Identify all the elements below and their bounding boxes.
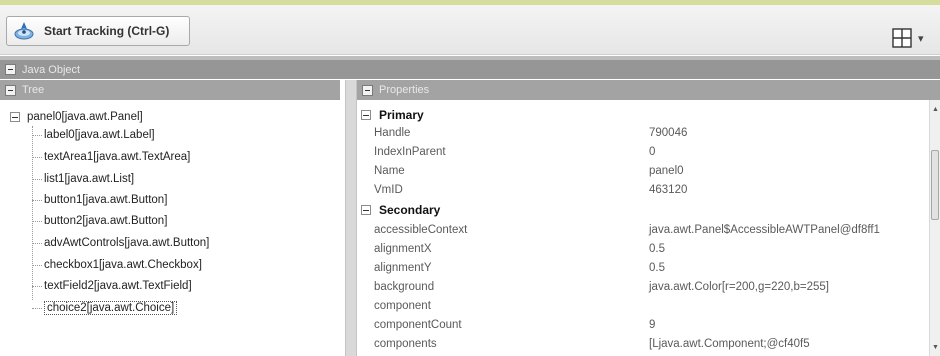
category-secondary[interactable]: Secondary <box>357 200 929 219</box>
tree-node[interactable]: button1[java.awt.Button] <box>32 191 167 209</box>
property-value: 0 <box>649 145 656 158</box>
property-name: components <box>374 337 437 350</box>
java-object-title: Java Object <box>22 63 81 76</box>
property-row[interactable]: alignmentY 0.5 <box>357 258 929 277</box>
category-label: Primary <box>379 107 424 122</box>
category-label: Secondary <box>379 202 441 217</box>
tree-node-label: textField2[java.awt.TextField] <box>44 280 192 292</box>
start-tracking-button[interactable]: Start Tracking (Ctrl-G) <box>6 16 190 46</box>
property-name: alignmentY <box>374 261 432 274</box>
property-name: IndexInParent <box>374 145 446 158</box>
property-value: 790046 <box>649 126 688 139</box>
tree-node[interactable]: label0[java.awt.Label] <box>32 126 155 144</box>
scrollbar-thumb[interactable] <box>931 150 939 220</box>
property-value: [Ljava.awt.Component;@cf40f5 <box>649 337 810 350</box>
scroll-down-arrow-icon[interactable]: ▼ <box>932 344 939 351</box>
toolbar: Start Tracking (Ctrl-G) ▾ <box>0 5 940 55</box>
tracking-icon <box>13 20 35 42</box>
property-row[interactable]: componentCount 9 <box>357 315 929 334</box>
property-name: background <box>374 280 435 293</box>
property-value: 0.5 <box>649 242 665 255</box>
properties-grid: Primary Handle 790046 IndexInParent 0 Na… <box>357 100 929 356</box>
tree-title: Tree <box>22 84 45 96</box>
property-row[interactable]: background java.awt.Color[r=200,g=220,b=… <box>357 277 929 296</box>
property-name: component <box>374 299 431 312</box>
tree-node[interactable]: advAwtControls[java.awt.Button] <box>32 234 209 252</box>
tree-node-label: button2[java.awt.Button] <box>44 215 168 227</box>
category-collapse-toggle[interactable] <box>361 109 371 120</box>
property-value: java.awt.Color[r=200,g=220,b=255] <box>649 280 829 293</box>
start-tracking-label: Start Tracking (Ctrl-G) <box>44 24 170 38</box>
property-name: Handle <box>374 126 411 139</box>
tree-node[interactable]: textArea1[java.awt.TextArea] <box>32 148 190 166</box>
property-row[interactable]: component <box>357 296 929 315</box>
layout-dropdown-button[interactable]: ▾ <box>892 24 940 52</box>
property-row[interactable]: Name panel0 <box>357 161 929 180</box>
property-name: Name <box>374 164 405 177</box>
tree-node-label: textArea1[java.awt.TextArea] <box>44 151 191 163</box>
java-object-header: Java Object <box>0 60 940 79</box>
property-row[interactable]: components [Ljava.awt.Component;@cf40f5 <box>357 334 929 353</box>
property-value: 0.5 <box>649 261 665 274</box>
tree-header: Tree <box>0 80 340 100</box>
category-collapse-toggle[interactable] <box>361 204 371 215</box>
property-name: alignmentX <box>374 242 432 255</box>
property-value: 463120 <box>649 183 688 196</box>
tree-pane: panel0[java.awt.Panel] label0[java.awt.L… <box>0 100 345 356</box>
properties-title: Properties <box>379 84 430 96</box>
property-row[interactable]: alignmentX 0.5 <box>357 239 929 258</box>
property-row[interactable]: accessibleContext java.awt.Panel$Accessi… <box>357 220 929 239</box>
property-name: VmID <box>374 183 403 196</box>
tree-node[interactable]: checkbox1[java.awt.Checkbox] <box>32 256 202 274</box>
tree-root-label: panel0[java.awt.Panel] <box>27 111 143 123</box>
tree-node-selected[interactable]: choice2[java.awt.Choice] <box>32 299 178 317</box>
tree-node-label: button1[java.awt.Button] <box>44 194 168 206</box>
pane-splitter[interactable] <box>345 80 357 356</box>
tree-collapse-toggle[interactable] <box>10 112 20 122</box>
tree-node-label: label0[java.awt.Label] <box>44 129 155 141</box>
property-row[interactable]: Handle 790046 <box>357 123 929 142</box>
grid-layout-icon <box>892 28 912 48</box>
tree-node-label: advAwtControls[java.awt.Button] <box>44 237 210 249</box>
property-value: java.awt.Panel$AccessibleAWTPanel@df8ff1 <box>649 223 880 236</box>
property-row[interactable]: VmID 463120 <box>357 180 929 199</box>
tree-node-label: choice2[java.awt.Choice] <box>44 301 178 315</box>
property-row[interactable]: IndexInParent 0 <box>357 142 929 161</box>
chevron-down-icon: ▾ <box>918 32 924 45</box>
properties-scrollbar[interactable]: ▲ ▼ <box>929 100 940 356</box>
collapse-tree-button[interactable] <box>5 84 16 96</box>
property-value: 9 <box>649 318 656 331</box>
property-name: componentCount <box>374 318 462 331</box>
tree-root-node[interactable]: panel0[java.awt.Panel] <box>10 108 143 126</box>
tree-node[interactable]: list1[java.awt.List] <box>32 170 134 188</box>
category-primary[interactable]: Primary <box>357 105 929 124</box>
tree-node[interactable]: button2[java.awt.Button] <box>32 212 167 230</box>
property-value: panel0 <box>649 164 684 177</box>
scroll-up-arrow-icon[interactable]: ▲ <box>932 106 939 113</box>
collapse-properties-button[interactable] <box>362 84 373 96</box>
tree-node-label: list1[java.awt.List] <box>44 173 135 185</box>
collapse-java-object-button[interactable] <box>5 64 16 75</box>
tree-node-label: checkbox1[java.awt.Checkbox] <box>44 259 202 271</box>
property-name: accessibleContext <box>374 223 468 236</box>
tree-node[interactable]: textField2[java.awt.TextField] <box>32 277 192 295</box>
properties-header: Properties <box>357 80 940 100</box>
